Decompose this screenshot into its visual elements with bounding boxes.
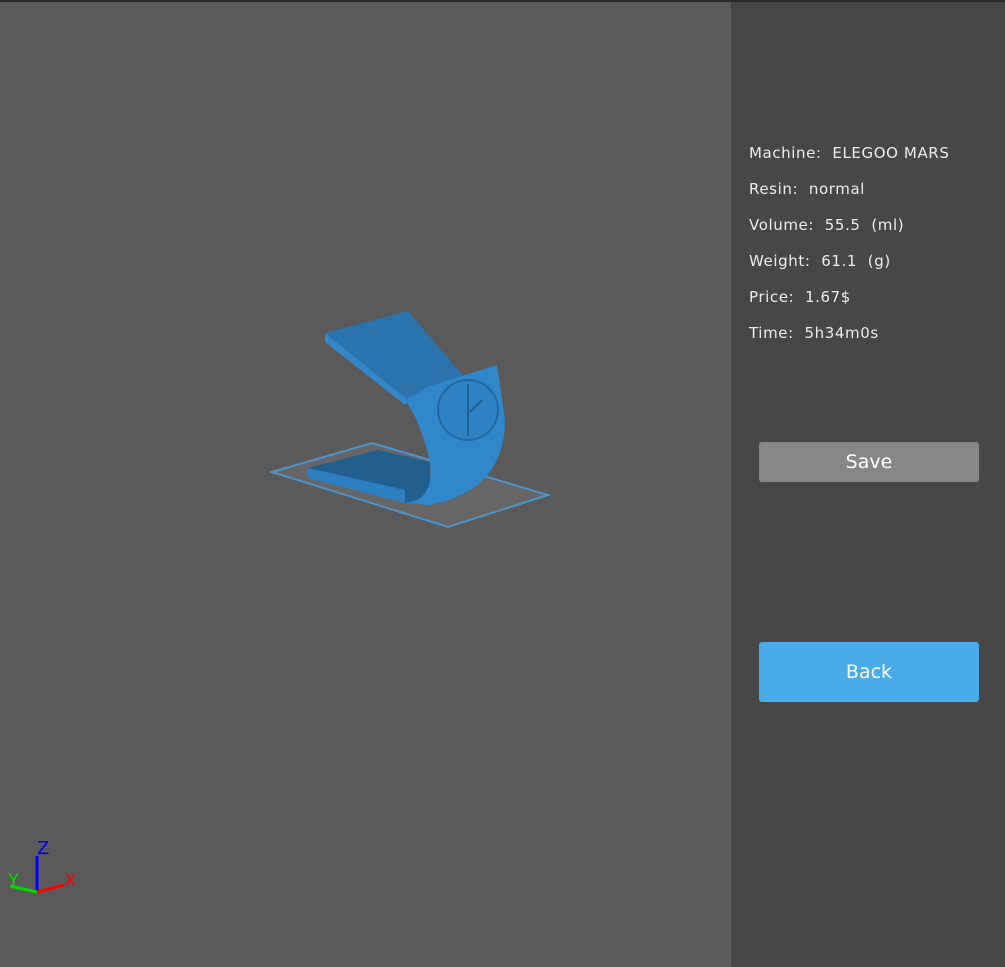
axis-z-label: Z [37, 838, 49, 859]
axis-x-label: X [64, 870, 76, 891]
machine-info: Machine: ELEGOO MARS [749, 144, 950, 162]
save-button[interactable]: Save [759, 442, 979, 482]
axis-y-label: Y [7, 870, 20, 891]
resin-info: Resin: normal [749, 180, 866, 198]
volume-info: Volume: 55.5 (ml) [749, 216, 905, 234]
back-button[interactable]: Back [759, 642, 979, 702]
print-info-panel: Machine: ELEGOO MARS Resin: normal Volum… [731, 2, 1005, 967]
axis-gizmo: Z Y X [7, 838, 76, 894]
model-preview: Z Y X [7, 311, 552, 894]
3d-viewport[interactable]: Z Y X [0, 2, 731, 967]
weight-info: Weight: 61.1 (g) [749, 252, 891, 270]
print-stats: Machine: ELEGOO MARS Resin: normal Volum… [749, 142, 949, 358]
time-info: Time: 5h34m0s [749, 324, 879, 342]
price-info: Price: 1.67$ [749, 288, 851, 306]
